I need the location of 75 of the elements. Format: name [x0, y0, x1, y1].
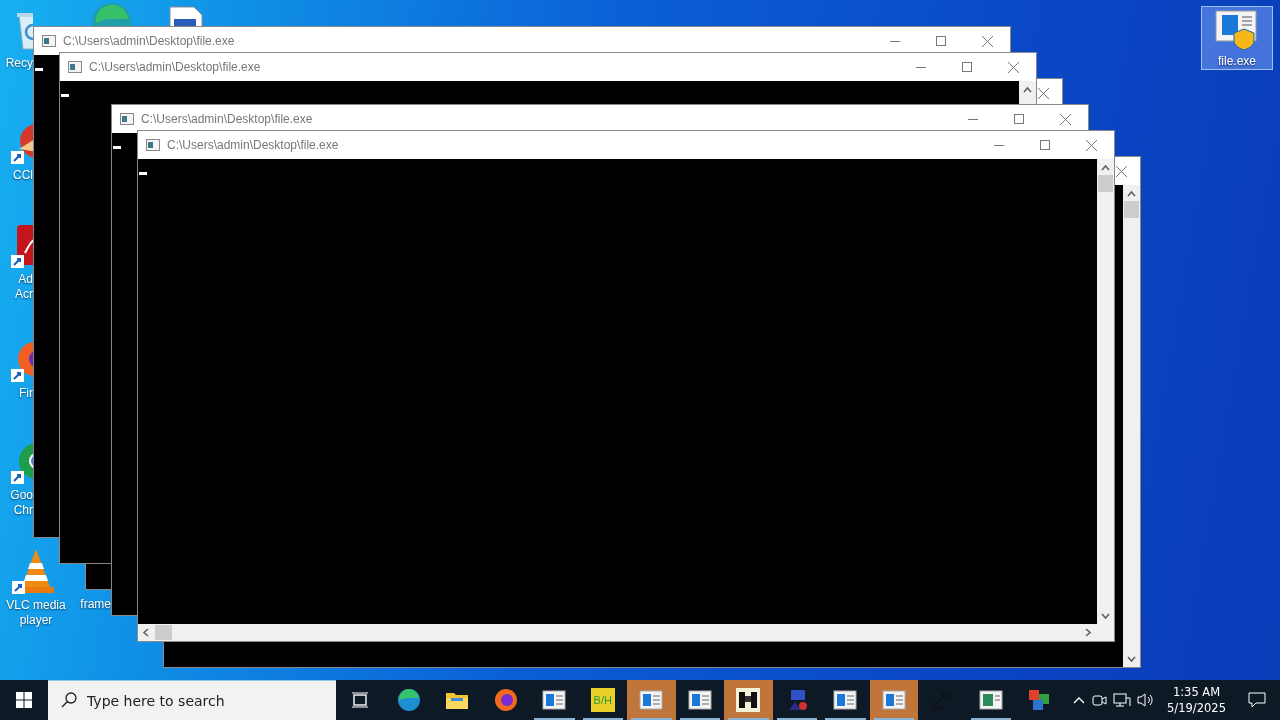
scroll-up-icon[interactable]: [1127, 190, 1136, 197]
app-tile: B/H: [590, 688, 615, 712]
maximize-icon: [1014, 114, 1024, 124]
icon-label: frame: [80, 597, 111, 612]
minimize-icon: [994, 144, 1004, 146]
speaker-icon[interactable]: [1137, 692, 1156, 708]
date-text: 5/19/2025: [1167, 700, 1226, 716]
folder-icon: [445, 690, 470, 710]
time-text: 1:35 AM: [1172, 684, 1221, 700]
close-icon: [1007, 61, 1019, 73]
close-icon: [1038, 87, 1049, 99]
close-icon: [1059, 113, 1071, 125]
window-icon: [833, 690, 858, 710]
window-title: C:\Users\admin\Desktop\file.exe: [167, 138, 339, 152]
windows-logo-icon: [16, 692, 32, 708]
taskbar-app-button[interactable]: B/H: [578, 680, 627, 720]
text-cursor: [113, 146, 121, 149]
scroll-right-icon[interactable]: [1085, 628, 1092, 637]
close-icon: [981, 35, 993, 47]
scroll-thumb[interactable]: [1124, 201, 1139, 218]
minimize-icon: [968, 118, 978, 120]
network-icon[interactable]: [1113, 692, 1132, 708]
window-title: C:\Users\admin\Desktop\file.exe: [63, 34, 235, 48]
icon-label: CCl: [13, 168, 33, 183]
scroll-thumb[interactable]: [155, 625, 172, 640]
close-icon: [1116, 165, 1127, 177]
icon-label: Ad Acr: [15, 272, 33, 302]
installer-icon: [1214, 7, 1260, 51]
search-field[interactable]: Type here to search: [48, 680, 336, 720]
close-icon: [1085, 139, 1097, 151]
maximize-icon: [962, 62, 972, 72]
scroll-thumb[interactable]: [1098, 175, 1113, 192]
scroll-down-icon[interactable]: [1127, 656, 1136, 663]
scroll-up-icon[interactable]: [1023, 86, 1032, 93]
taskbar-app-button[interactable]: [869, 680, 918, 720]
window-icon: [881, 690, 906, 710]
text-cursor: [61, 94, 69, 97]
text-cursor: [35, 68, 43, 71]
minimize-icon: [890, 40, 900, 42]
minimize-icon: [916, 66, 926, 68]
scroll-up-icon[interactable]: [1101, 164, 1110, 171]
icon-label: Goo Chr: [10, 488, 33, 518]
maximize-icon: [1040, 140, 1050, 150]
desktop-icon[interactable]: file.exe: [1201, 6, 1273, 70]
task-view-icon: [351, 692, 370, 708]
maximize-icon: [936, 36, 946, 46]
clock[interactable]: 1:35 AM 5/19/2025: [1161, 684, 1232, 716]
console-icon: [146, 139, 160, 151]
scroll-down-icon[interactable]: [1101, 613, 1110, 620]
window-icon: [687, 690, 712, 710]
search-icon: [61, 692, 77, 708]
chevron-up-icon[interactable]: [1073, 696, 1086, 704]
icon-label: Recy: [5, 56, 33, 71]
console-icon: [120, 113, 134, 125]
edge-icon: [396, 688, 421, 712]
window-icon: [639, 690, 664, 710]
console-icon: [68, 61, 82, 73]
binoculars-icon: [736, 688, 761, 712]
icon-label: VLC media player: [6, 598, 66, 628]
firefox-icon: [493, 688, 518, 712]
console-icon: [42, 35, 56, 47]
window-title: C:\Users\admin\Desktop\file.exe: [89, 60, 261, 74]
camera-icon[interactable]: [1091, 692, 1108, 708]
notification-icon[interactable]: [1248, 692, 1266, 708]
window-icon: [542, 690, 567, 710]
icon-label: Fir: [19, 386, 33, 401]
window-title: C:\Users\admin\Desktop\file.exe: [141, 112, 313, 126]
text-cursor: [139, 172, 147, 175]
desktop-icon[interactable]: VLC media player: [0, 546, 72, 629]
icon-label: file.exe: [1218, 54, 1256, 69]
desktop-icon[interactable]: frame: [76, 596, 112, 613]
boxes-icon: [1027, 688, 1052, 712]
window-icon: [978, 690, 1003, 710]
scroll-left-icon[interactable]: [142, 628, 149, 637]
taskbar-app-button[interactable]: [724, 680, 773, 720]
